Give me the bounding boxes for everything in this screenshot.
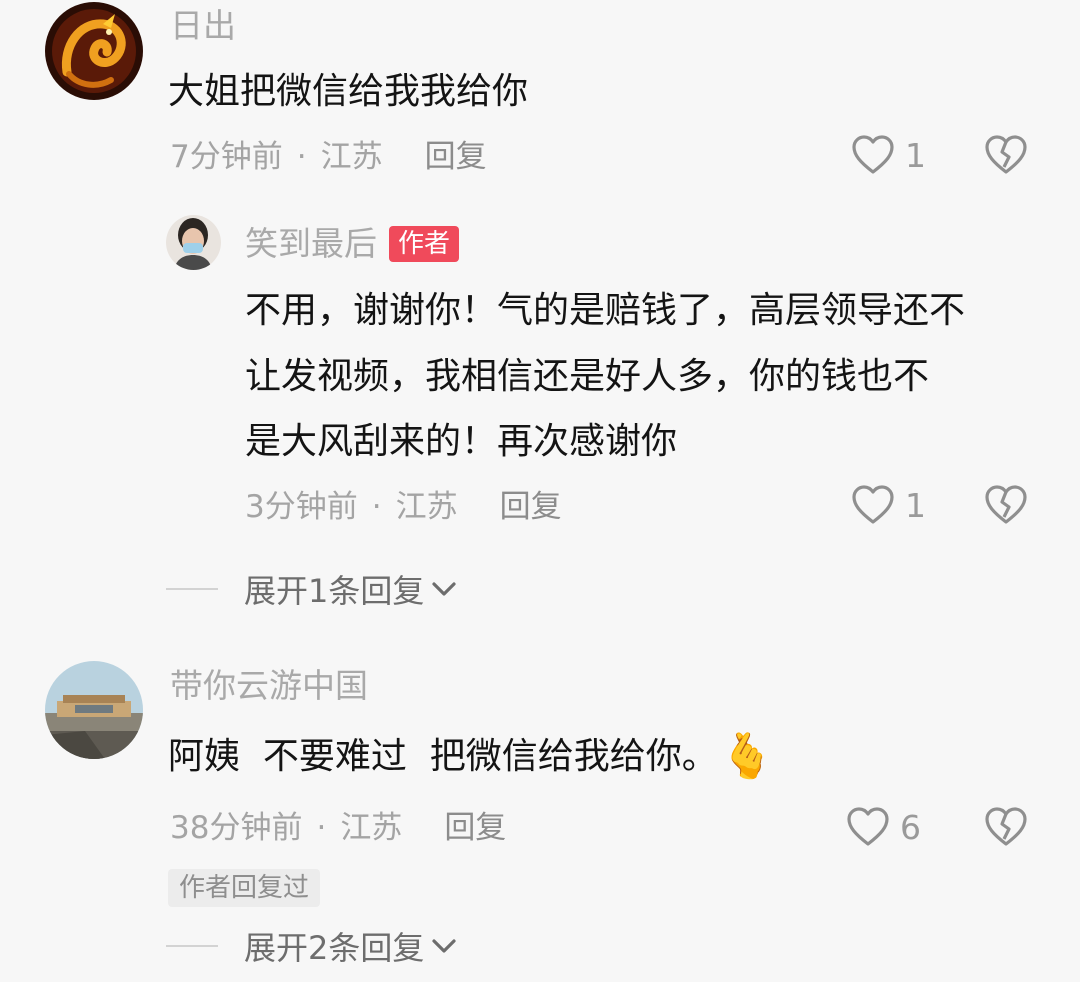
like-button[interactable]: 6 — [846, 806, 921, 848]
meta-separator: · — [296, 139, 307, 175]
comment-username[interactable]: 日出 — [170, 6, 236, 46]
comment-username[interactable]: 带你云游中国 — [170, 666, 368, 706]
expand-replies-button[interactable]: 展开2条回复 — [166, 923, 458, 969]
comment-time: 38分钟前 — [170, 810, 303, 846]
like-count: 1 — [905, 135, 926, 175]
reply-meta: 3分钟前 · 江苏 回复 — [245, 487, 562, 527]
expand-replies-button[interactable]: 展开1条回复 — [166, 566, 458, 612]
like-count: 1 — [905, 485, 926, 525]
heart-icon — [852, 485, 894, 524]
comment-meta: 7分钟前 · 江苏 回复 — [170, 137, 487, 177]
expand-replies-label: 展开2条回复 — [244, 929, 425, 967]
masked-woman-avatar-icon — [166, 215, 221, 270]
meta-separator: · — [316, 810, 327, 846]
reply-location: 江苏 — [395, 489, 458, 525]
heart-icon — [847, 807, 889, 846]
like-button[interactable]: 1 — [851, 134, 926, 176]
reply-header: 笑到最后 作者 — [245, 224, 460, 264]
golden-dragon-avatar-icon — [45, 2, 143, 100]
broken-heart-icon — [985, 485, 1027, 524]
reply-button[interactable]: 回复 — [444, 810, 506, 846]
meta-separator: · — [371, 489, 382, 525]
reply-button[interactable]: 回复 — [500, 489, 562, 525]
chevron-down-icon — [432, 939, 456, 953]
reply-username[interactable]: 笑到最后 — [245, 224, 377, 264]
expand-divider — [166, 588, 218, 590]
reply-text-line: 是大风刮来的！再次感谢你 — [245, 421, 678, 462]
comment-text: 阿姨 不要难过 把微信给我给你。 — [168, 736, 718, 777]
avatar[interactable] — [45, 661, 143, 759]
expand-divider — [166, 945, 218, 947]
reply-avatar[interactable] — [166, 215, 221, 270]
comment-text-row: 阿姨 不要难过 把微信给我给你。 🫰 — [168, 725, 775, 789]
comment-text: 大姐把微信给我我给你 — [168, 71, 529, 112]
heart-icon — [852, 135, 894, 174]
reply-text-line: 让发视频，我相信还是好人多，你的钱也不 — [245, 356, 930, 397]
dislike-button[interactable] — [984, 806, 1028, 852]
comment-location: 江苏 — [340, 810, 403, 846]
broken-heart-icon — [985, 135, 1027, 174]
reply-time: 3分钟前 — [245, 489, 358, 525]
reply-button[interactable]: 回复 — [425, 139, 487, 175]
dislike-button[interactable] — [984, 484, 1028, 530]
finger-heart-emoji: 🫰 — [719, 731, 775, 782]
like-count: 6 — [900, 807, 921, 847]
comment-location: 江苏 — [320, 139, 383, 175]
author-badge: 作者 — [389, 226, 460, 262]
dislike-button[interactable] — [984, 134, 1028, 180]
expand-replies-label: 展开1条回复 — [244, 572, 425, 610]
chevron-down-icon — [432, 582, 456, 596]
avatar[interactable] — [45, 2, 143, 100]
broken-heart-icon — [985, 807, 1027, 846]
reply-text-line: 不用，谢谢你！气的是赔钱了，高层领导还不 — [245, 290, 966, 331]
comment-meta: 38分钟前 · 江苏 回复 — [170, 808, 506, 848]
like-button[interactable]: 1 — [851, 484, 926, 526]
comment-time: 7分钟前 — [170, 139, 283, 175]
author-replied-tag: 作者回复过 — [168, 869, 321, 907]
landscape-avatar-icon — [45, 661, 143, 759]
